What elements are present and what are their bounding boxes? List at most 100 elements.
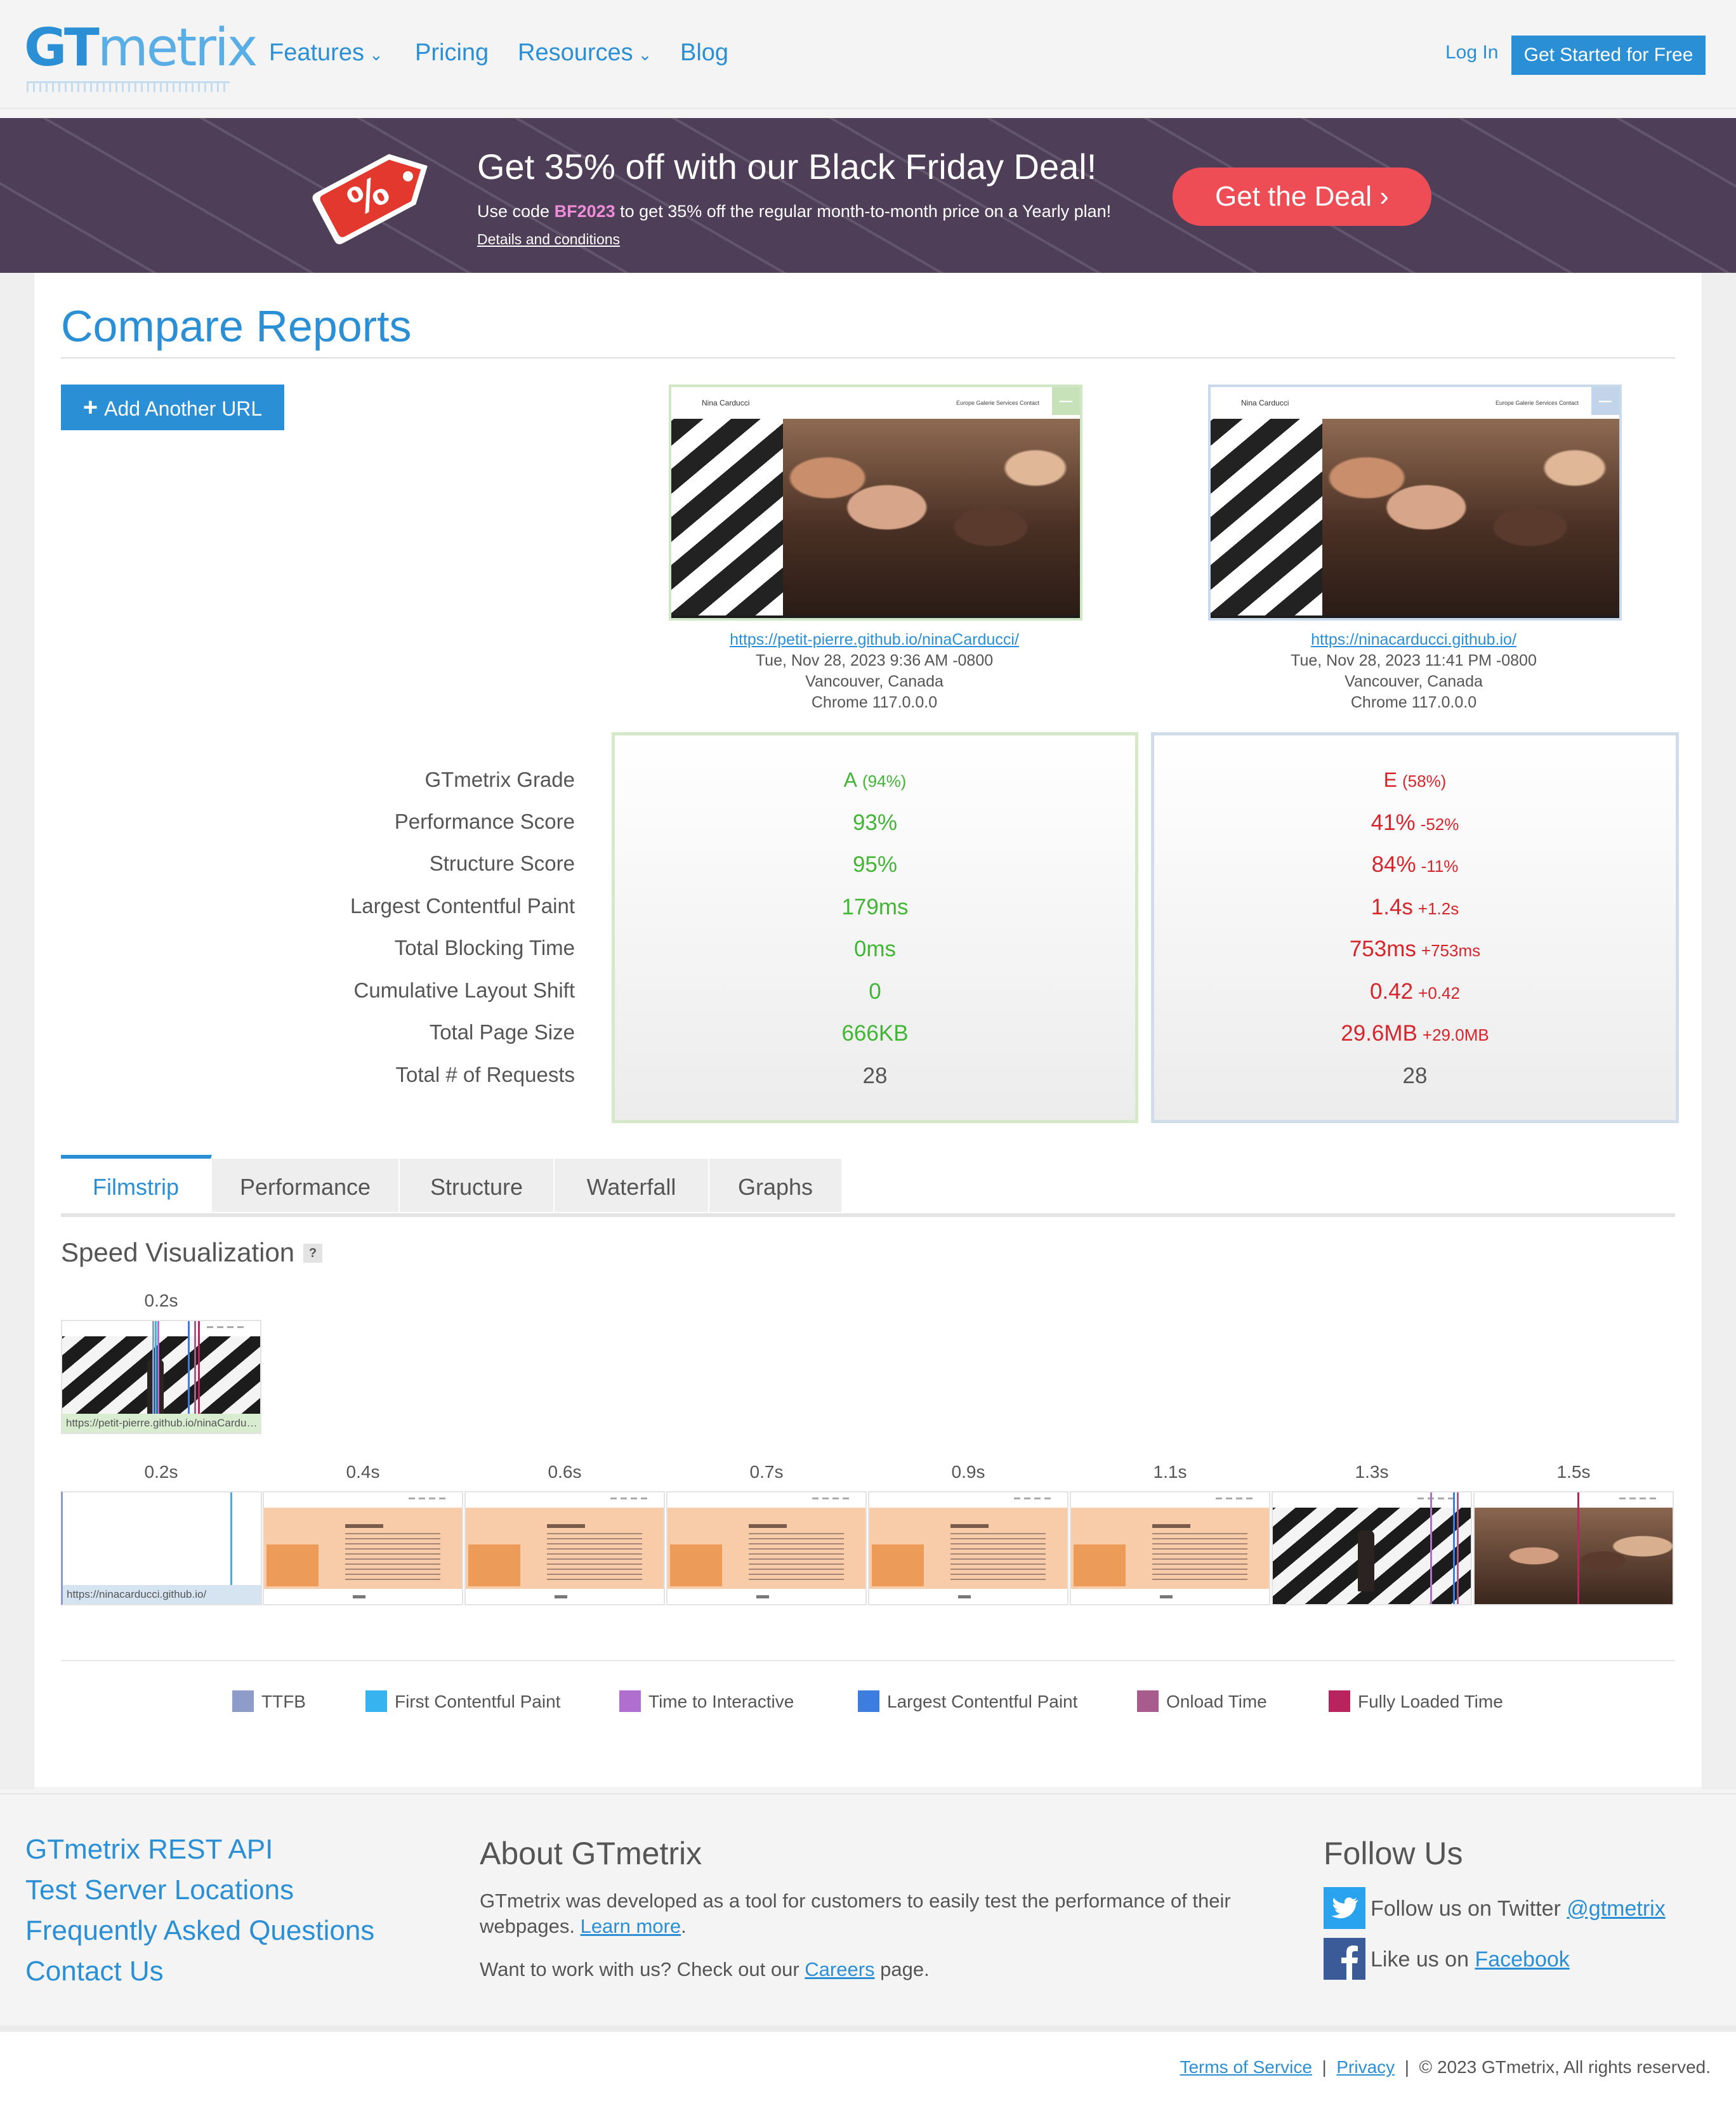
twitter-handle-link[interactable]: @gtmetrix bbox=[1567, 1897, 1665, 1921]
facebook-icon[interactable] bbox=[1324, 1938, 1365, 1980]
footer-link-server-locations[interactable]: Test Server Locations bbox=[25, 1874, 294, 1906]
tab-divider bbox=[61, 1213, 1675, 1217]
strip2-frame-blank[interactable]: https://ninacarducci.github.io/ bbox=[61, 1491, 262, 1605]
metric-value: 753ms bbox=[1349, 937, 1416, 961]
tab-waterfall[interactable]: Waterfall bbox=[555, 1159, 709, 1212]
thumb-crowd-image bbox=[783, 419, 1080, 615]
promo-subtitle: Use code BF2023 to get 35% off the regul… bbox=[477, 202, 1111, 221]
follow-heading: Follow Us bbox=[1324, 1836, 1463, 1871]
metric-label-tbt: Total Blocking Time bbox=[394, 936, 575, 959]
strip2-frame[interactable] bbox=[1272, 1491, 1472, 1605]
legend-fully-loaded: Fully Loaded Time bbox=[1329, 1690, 1503, 1712]
report2-tbt: 753ms +753ms bbox=[1154, 937, 1676, 962]
nav-resources[interactable]: Resources ⌄ bbox=[518, 39, 652, 67]
nav-blog[interactable]: Blog bbox=[680, 39, 728, 67]
legend-swatch bbox=[1329, 1690, 1350, 1712]
twitter-label: Follow us on Twitter bbox=[1371, 1897, 1567, 1921]
frame-text-lines bbox=[345, 1533, 440, 1580]
metric-label-page-size: Total Page Size bbox=[429, 1020, 575, 1044]
frame-header bbox=[869, 1492, 1067, 1508]
legend-swatch bbox=[365, 1690, 387, 1712]
strip2-frame[interactable] bbox=[1473, 1491, 1674, 1605]
strip1-frame[interactable]: https://petit-pierre.github.io/ninaCardu… bbox=[61, 1320, 261, 1434]
report1-date: Tue, Nov 28, 2023 9:36 AM -0800 bbox=[755, 652, 994, 669]
careers-pre: Want to work with us? Check out our bbox=[480, 1958, 805, 1980]
report2-screenshot[interactable]: Nina Carducci Europe Galerie Services Co… bbox=[1208, 385, 1622, 621]
strip2-frame[interactable] bbox=[666, 1491, 867, 1605]
frame-header bbox=[667, 1492, 865, 1508]
report1-url-link[interactable]: https://petit-pierre.github.io/ninaCardu… bbox=[652, 629, 1096, 650]
frame-header bbox=[1273, 1492, 1471, 1508]
careers-link[interactable]: Careers bbox=[805, 1958, 874, 1980]
frame-footer-text bbox=[353, 1595, 365, 1598]
strip2-frame[interactable] bbox=[1070, 1491, 1270, 1605]
metric-value: E bbox=[1383, 768, 1397, 791]
get-started-button[interactable]: Get Started for Free bbox=[1511, 36, 1706, 75]
report1-lcp: 179ms bbox=[841, 895, 909, 919]
logo-ruler-graphic bbox=[27, 81, 230, 92]
tab-graphs[interactable]: Graphs bbox=[709, 1159, 843, 1212]
get-the-deal-button[interactable]: Get the Deal › bbox=[1173, 168, 1431, 226]
strip1-url: https://petit-pierre.github.io/ninaCardu… bbox=[62, 1414, 260, 1433]
strip2-url: https://ninacarducci.github.io/ bbox=[63, 1585, 261, 1604]
terms-link[interactable]: Terms of Service bbox=[1180, 2057, 1312, 2077]
legend-swatch bbox=[232, 1690, 254, 1712]
learn-more-link[interactable]: Learn more bbox=[581, 1915, 681, 1937]
nav-pricing-label: Pricing bbox=[415, 39, 489, 66]
report1-browser: Chrome 117.0.0.0 bbox=[811, 694, 938, 711]
frame-menu-dots bbox=[610, 1498, 648, 1499]
facebook-link[interactable]: Facebook bbox=[1475, 1947, 1569, 1971]
nav-pricing[interactable]: Pricing bbox=[415, 39, 489, 67]
metric-delta: +29.0MB bbox=[1422, 1025, 1489, 1044]
strip2-time-label: 0.4s bbox=[346, 1462, 380, 1482]
report2-metrics-panel: E (58%) 41% -52% 84% -11% 1.4s +1.2s 753ms +7… bbox=[1151, 732, 1679, 1123]
report1-screenshot[interactable]: Nina Carducci Europe Galerie Services Co… bbox=[669, 385, 1082, 621]
strip2-frame[interactable] bbox=[868, 1491, 1069, 1605]
add-url-label: Add Another URL bbox=[104, 397, 263, 420]
twitter-icon[interactable] bbox=[1324, 1887, 1365, 1929]
tab-performance[interactable]: Performance bbox=[212, 1159, 400, 1212]
frame-menu-dots bbox=[812, 1498, 850, 1499]
frame-footer-text bbox=[1160, 1595, 1173, 1598]
thumb-site-menu: Europe Galerie Services Contact bbox=[1495, 400, 1579, 406]
strip2-frame[interactable] bbox=[464, 1491, 665, 1605]
privacy-link[interactable]: Privacy bbox=[1336, 2057, 1395, 2077]
nav-features[interactable]: Features ⌄ bbox=[269, 39, 383, 67]
help-icon[interactable]: ? bbox=[303, 1244, 322, 1263]
frame-crowd-image bbox=[1475, 1508, 1673, 1604]
metric-extra: (94%) bbox=[862, 772, 907, 791]
tab-structure[interactable]: Structure bbox=[400, 1159, 555, 1212]
legend-label: First Contentful Paint bbox=[395, 1692, 561, 1711]
thumb-header: Nina Carducci Europe Galerie Services Co… bbox=[671, 387, 1080, 419]
frame-orange-block bbox=[468, 1544, 520, 1586]
gtmetrix-logo[interactable]: GTmetrix bbox=[24, 18, 258, 92]
report1-location: Vancouver, Canada bbox=[805, 673, 944, 690]
frame-text-lines bbox=[749, 1533, 844, 1580]
legend-tti: Time to Interactive bbox=[619, 1690, 794, 1712]
strip2-time-label: 0.2s bbox=[144, 1462, 178, 1482]
add-another-url-button[interactable]: + Add Another URL bbox=[61, 385, 284, 430]
login-link[interactable]: Log In bbox=[1445, 42, 1498, 63]
nav-resources-label: Resources bbox=[518, 39, 633, 66]
minimize-icon[interactable]: – bbox=[1052, 387, 1080, 415]
tab-filmstrip[interactable]: Filmstrip bbox=[61, 1155, 212, 1216]
metric-value: 41% bbox=[1371, 810, 1416, 835]
report1-performance: 93% bbox=[852, 810, 898, 835]
twitter-text: Follow us on Twitter @gtmetrix bbox=[1371, 1896, 1666, 1921]
chevron-down-icon: ⌄ bbox=[369, 45, 383, 64]
frame-text-lines bbox=[547, 1533, 642, 1580]
speed-visualization-title: Speed Visualization bbox=[61, 1237, 295, 1267]
frame-orange-block bbox=[670, 1544, 722, 1586]
strip2-frame[interactable] bbox=[263, 1491, 463, 1605]
details-link[interactable]: Details and conditions bbox=[477, 231, 620, 248]
footer-link-faq[interactable]: Frequently Asked Questions bbox=[25, 1915, 374, 1947]
report2-grade: E (58%) bbox=[1154, 768, 1676, 792]
minimize-icon[interactable]: – bbox=[1591, 387, 1619, 415]
legend-label: Fully Loaded Time bbox=[1358, 1692, 1503, 1711]
plus-icon: + bbox=[82, 393, 98, 421]
footer-link-rest-api[interactable]: GTmetrix REST API bbox=[25, 1834, 273, 1866]
footer-link-contact[interactable]: Contact Us bbox=[25, 1956, 164, 1987]
frame-menu-dots bbox=[1216, 1498, 1254, 1499]
thumb-site-name: Nina Carducci bbox=[1241, 398, 1289, 407]
report2-url-link[interactable]: https://ninacarducci.github.io/ bbox=[1192, 629, 1636, 650]
